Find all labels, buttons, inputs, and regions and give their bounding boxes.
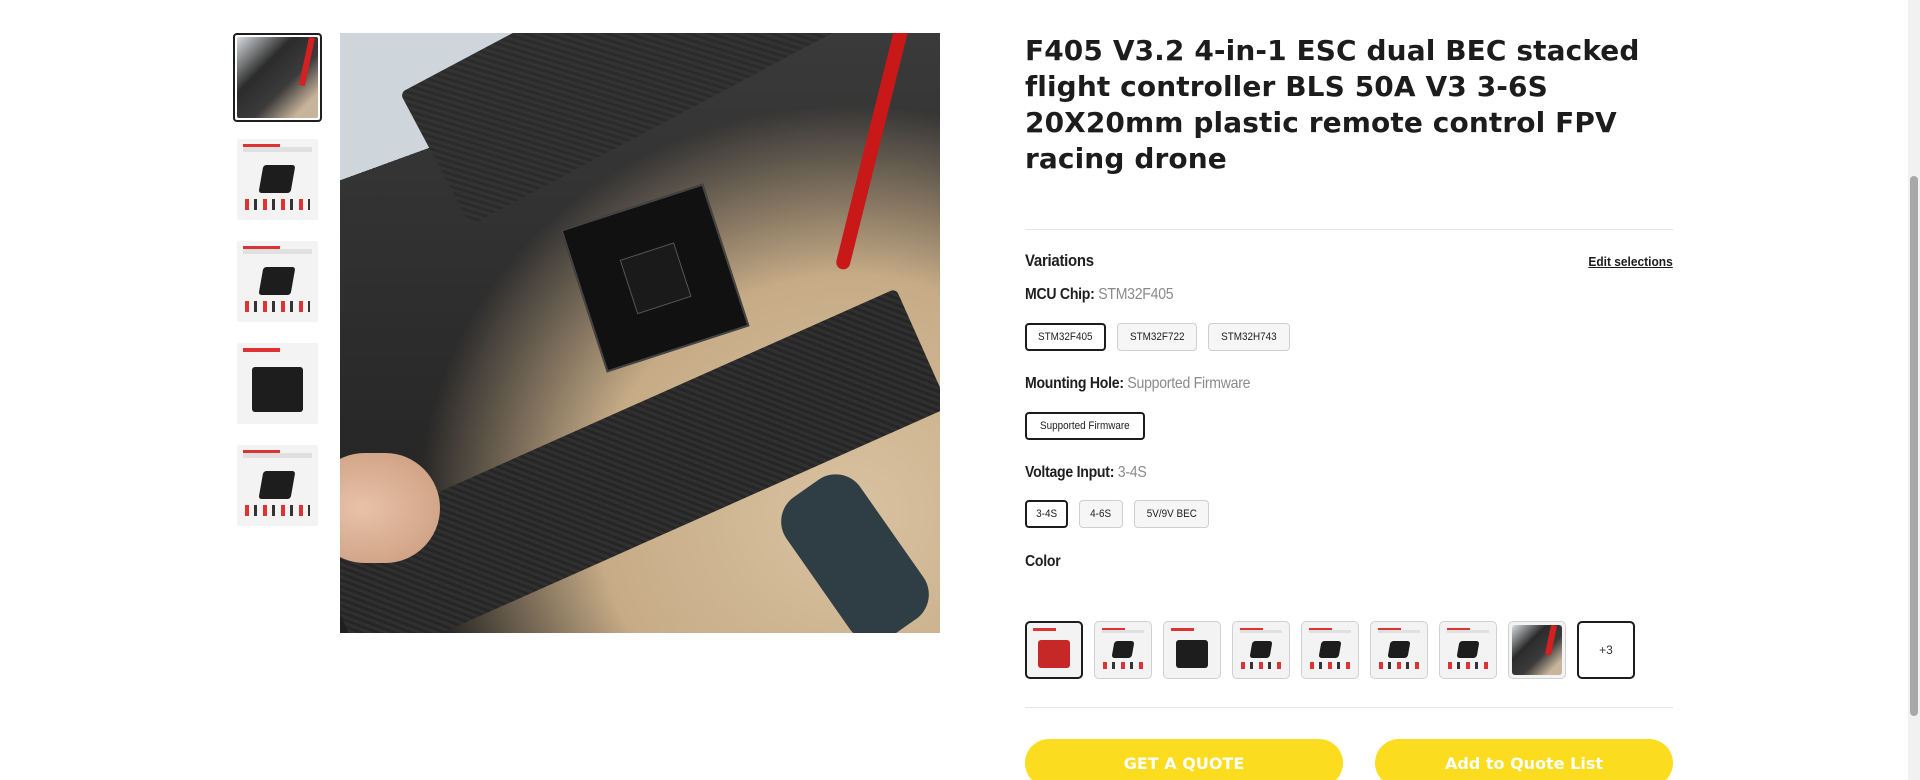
mounting-hole-label-text: Mounting Hole: <box>1025 375 1124 392</box>
mcu-chip-value: STM32F405 <box>1098 286 1174 303</box>
voltage-input-options: 3-4S 4-6S 5V/9V BEC <box>1025 500 1210 528</box>
swatch-image <box>1029 625 1079 675</box>
chip-label: 3-4S <box>1036 508 1058 520</box>
swatch-image <box>1443 625 1493 675</box>
chip-label: Supported Firmware <box>1039 420 1130 432</box>
voltage-option-bec[interactable]: 5V/9V BEC <box>1133 500 1210 528</box>
color-swatch-5[interactable] <box>1301 621 1359 679</box>
chip-label: STM32H743 <box>1221 331 1277 343</box>
page-scrollbar[interactable] <box>1908 0 1920 780</box>
mounting-hole-label: Mounting Hole: Supported Firmware <box>1025 375 1250 393</box>
variations-header: Variations Edit selections <box>1025 251 1673 271</box>
divider <box>1025 707 1673 708</box>
mcu-option-stm32f722[interactable]: STM32F722 <box>1116 323 1198 351</box>
mcu-chip-options: STM32F405 STM32F722 STM32H743 <box>1025 323 1290 351</box>
swatch-image <box>1098 625 1148 675</box>
color-swatch-3[interactable] <box>1163 621 1221 679</box>
chip-label: STM32F405 <box>1038 331 1093 343</box>
thumbnail-5[interactable] <box>233 441 322 530</box>
voltage-option-4-6s[interactable]: 4-6S <box>1079 500 1123 528</box>
get-a-quote-button[interactable]: GET A QUOTE <box>1025 739 1343 780</box>
thumbnail-list <box>233 33 322 543</box>
thumbnail-3[interactable] <box>233 237 322 326</box>
thumbnail-2[interactable] <box>233 135 322 224</box>
divider <box>1025 229 1673 230</box>
mcu-chip-label-text: MCU Chip: <box>1025 286 1095 303</box>
mounting-hole-value: Supported Firmware <box>1127 375 1251 392</box>
swatch-image <box>1167 625 1217 675</box>
voltage-input-label: Voltage Input: 3-4S <box>1025 464 1147 482</box>
mcu-option-stm32h743[interactable]: STM32H743 <box>1208 323 1290 351</box>
mcu-option-stm32f405[interactable]: STM32F405 <box>1025 323 1106 351</box>
variations-title: Variations <box>1025 251 1094 270</box>
swatch-image <box>1374 625 1424 675</box>
color-swatch-1[interactable] <box>1025 621 1083 679</box>
swatch-image <box>1236 625 1286 675</box>
chip-label: STM32F722 <box>1129 331 1185 343</box>
swatch-image <box>1512 625 1562 675</box>
mounting-hole-options: Supported Firmware <box>1025 412 1145 440</box>
mounting-option-supported-firmware[interactable]: Supported Firmware <box>1025 412 1145 440</box>
edit-selections-link[interactable]: Edit selections <box>1589 254 1673 269</box>
color-label: Color <box>1025 553 1061 570</box>
add-to-quote-list-button[interactable]: Add to Quote List <box>1375 739 1673 780</box>
thumbnail-image <box>237 445 318 526</box>
color-swatch-6[interactable] <box>1370 621 1428 679</box>
voltage-input-label-text: Voltage Input: <box>1025 464 1115 481</box>
scrollbar-thumb[interactable] <box>1910 176 1918 716</box>
product-title: F405 V3.2 4-in-1 ESC dual BEC stacked fl… <box>1025 34 1640 175</box>
color-swatch-8[interactable] <box>1508 621 1566 679</box>
main-product-image[interactable] <box>340 33 940 633</box>
thumbnail-image <box>237 241 318 322</box>
color-swatch-4[interactable] <box>1232 621 1290 679</box>
voltage-input-value: 3-4S <box>1117 464 1147 481</box>
mcu-chip-label: MCU Chip: STM32F405 <box>1025 286 1174 304</box>
more-colors-button[interactable]: +3 <box>1577 621 1635 679</box>
color-swatches: +3 <box>1025 621 1635 679</box>
thumbnail-image <box>237 37 318 118</box>
swatch-image <box>1305 625 1355 675</box>
chip-label: 5V/9V BEC <box>1146 508 1197 520</box>
thumbnail-1[interactable] <box>233 33 322 122</box>
chip-label: 4-6S <box>1090 508 1112 520</box>
thumbnail-4[interactable] <box>233 339 322 428</box>
voltage-option-3-4s[interactable]: 3-4S <box>1025 500 1069 528</box>
color-swatch-7[interactable] <box>1439 621 1497 679</box>
color-swatch-2[interactable] <box>1094 621 1152 679</box>
thumbnail-image <box>237 343 318 424</box>
thumbnail-image <box>237 139 318 220</box>
product-info: F405 V3.2 4-in-1 ESC dual BEC stacked fl… <box>1025 33 1673 780</box>
